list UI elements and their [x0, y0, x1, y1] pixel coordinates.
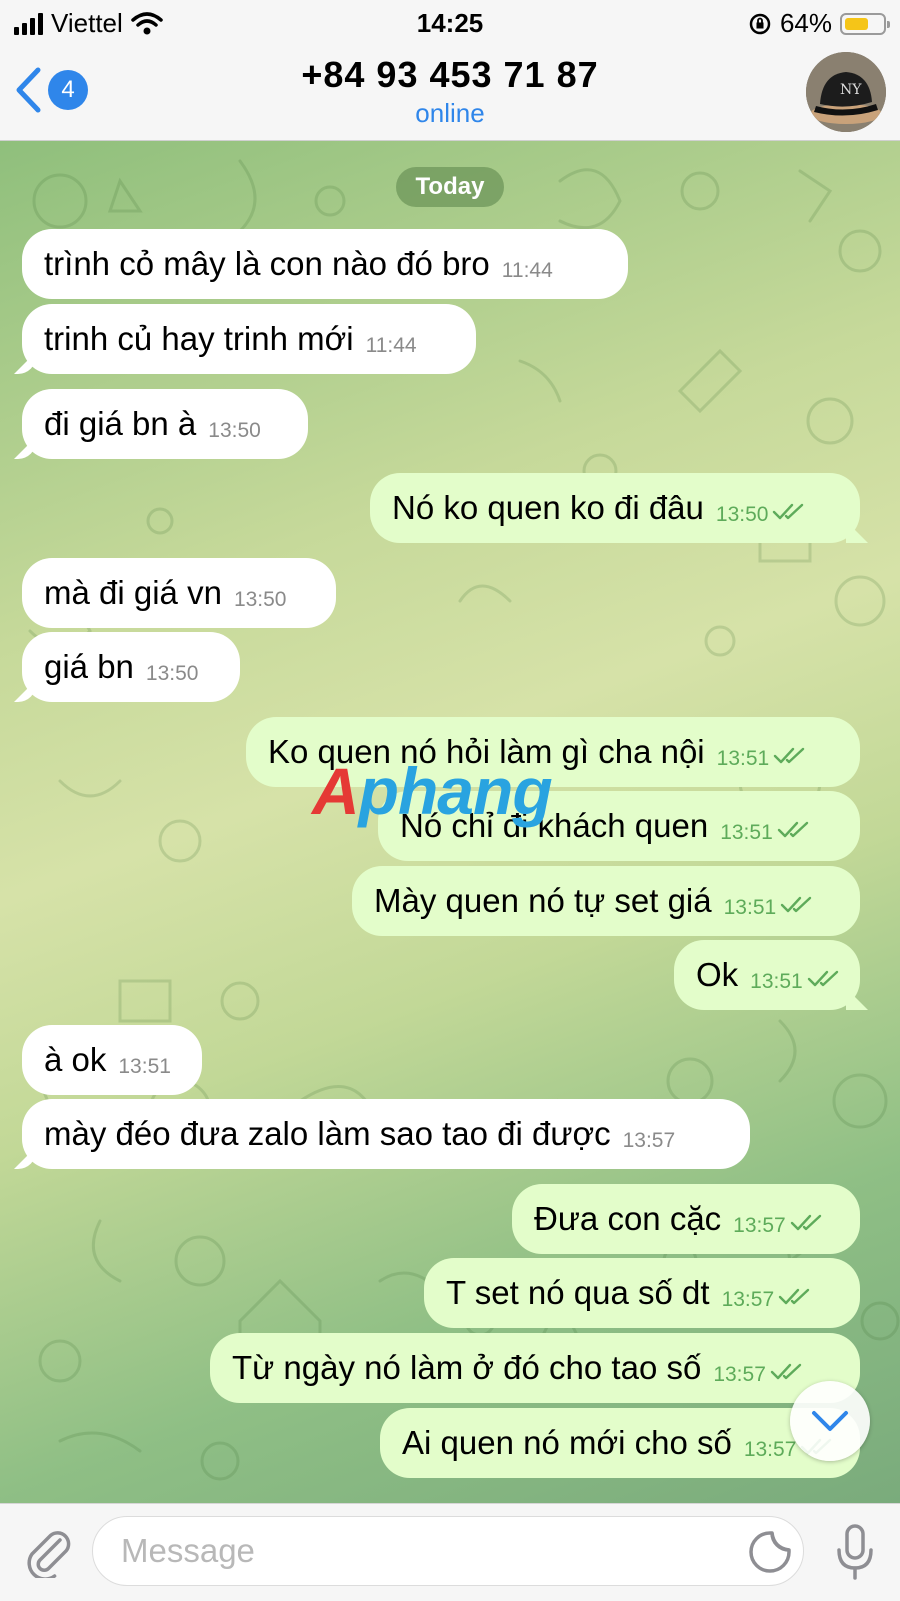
date-separator: Today: [396, 167, 504, 207]
message-time: 11:44: [501, 259, 553, 282]
message-text: trình cỏ mây là con nào đó bro: [44, 245, 490, 282]
input-bar: Message: [0, 1503, 900, 1601]
incoming-message[interactable]: trình cỏ mây là con nào đó bro 11:44: [22, 229, 628, 299]
incoming-message[interactable]: trinh củ hay trinh mới 11:44: [22, 304, 476, 374]
battery-fill: [845, 17, 868, 30]
message-time: 13:51: [716, 747, 770, 770]
status-right-group: 64%: [748, 8, 890, 39]
contact-title[interactable]: +84 93 453 71 87: [0, 54, 900, 96]
mic-icon[interactable]: [830, 1522, 880, 1582]
attach-icon[interactable]: [22, 1526, 74, 1578]
avatar[interactable]: NY: [806, 52, 886, 132]
message-text: mà đi giá vn: [44, 574, 222, 611]
message-time: 13:50: [715, 503, 769, 526]
message-text: giá bn: [44, 648, 134, 685]
read-ticks-icon: [777, 821, 811, 844]
message-text: mày đéo đưa zalo làm sao tao đi được: [44, 1115, 611, 1152]
message-time: 13:50: [208, 419, 261, 442]
outgoing-message[interactable]: Mày quen nó tự set giá 13:51: [352, 866, 860, 936]
message-text: à ok: [44, 1041, 107, 1078]
outgoing-message[interactable]: Đưa con cặc 13:57: [512, 1184, 860, 1254]
message-text: đi giá bn à: [44, 405, 197, 442]
battery-percent: 64%: [779, 8, 832, 38]
read-ticks-icon: [770, 1363, 804, 1386]
message-text: Từ ngày nó làm ở đó cho tao số: [232, 1349, 702, 1386]
incoming-message[interactable]: mà đi giá vn 13:50: [22, 558, 336, 628]
svg-text:NY: NY: [840, 82, 862, 98]
incoming-message[interactable]: đi giá bn à 13:50: [22, 389, 308, 459]
message-text: Đưa con cặc: [534, 1200, 722, 1237]
read-ticks-icon: [772, 503, 806, 526]
incoming-message[interactable]: à ok 13:51: [22, 1025, 202, 1095]
message-text: Nó ko quen ko đi đâu: [392, 489, 704, 526]
incoming-message[interactable]: mày đéo đưa zalo làm sao tao đi được 13:5…: [22, 1099, 750, 1169]
message-input[interactable]: Message: [92, 1516, 804, 1586]
outgoing-message[interactable]: Ok 13:51: [674, 940, 860, 1010]
read-ticks-icon: [807, 970, 841, 993]
read-ticks-icon: [790, 1214, 824, 1237]
message-text: Ok: [696, 956, 739, 993]
message-time: 13:51: [118, 1055, 171, 1078]
outgoing-message[interactable]: Nó ko quen ko đi đâu 13:50: [370, 473, 860, 543]
outgoing-message[interactable]: Từ ngày nó làm ở đó cho tao số 13:57: [210, 1333, 860, 1403]
read-ticks-icon: [778, 1288, 812, 1311]
status-bar: Viettel 14:25 64%: [0, 0, 900, 44]
chat-area[interactable]: Today trình cỏ mây là con nào đó bro 11:4…: [0, 141, 900, 1503]
contact-status: online: [415, 98, 485, 128]
message-time: 13:57: [622, 1129, 676, 1152]
message-time: 13:50: [145, 662, 199, 685]
message-time: 11:44: [365, 334, 417, 357]
message-text: Ai quen nó mới cho số: [402, 1424, 732, 1461]
message-text: T set nó qua số dt: [446, 1274, 710, 1311]
scroll-to-bottom-button[interactable]: [790, 1381, 870, 1461]
message-text: Mày quen nó tự set giá: [374, 882, 712, 919]
outgoing-message[interactable]: Ai quen nó mới cho số 13:57: [380, 1408, 860, 1478]
message-time: 13:57: [713, 1363, 766, 1386]
message-time: 13:50: [233, 588, 287, 611]
message-time: 13:51: [723, 896, 777, 919]
avatar-cap-icon: NY: [806, 52, 886, 132]
battery-icon: [840, 12, 890, 35]
message-placeholder: Message: [121, 1532, 255, 1569]
read-ticks-icon: [780, 896, 814, 919]
watermark-logo: Aphang: [312, 754, 553, 828]
message-time: 13:57: [743, 1438, 797, 1461]
message-time: 13:51: [750, 970, 803, 993]
orientation-lock-icon: [749, 13, 771, 34]
read-ticks-icon: [773, 747, 807, 770]
incoming-message[interactable]: giá bn 13:50: [22, 632, 240, 702]
message-text: trinh củ hay trinh mới: [44, 320, 354, 357]
outgoing-message[interactable]: T set nó qua số dt 13:57: [424, 1258, 860, 1328]
message-time: 13:57: [733, 1214, 786, 1237]
message-time: 13:57: [721, 1288, 775, 1311]
chat-header: 4 +84 93 453 71 87 online NY: [0, 44, 900, 141]
message-time: 13:51: [720, 821, 773, 844]
sticker-icon[interactable]: [748, 1530, 792, 1574]
scroll-down-icon: [812, 1411, 848, 1431]
